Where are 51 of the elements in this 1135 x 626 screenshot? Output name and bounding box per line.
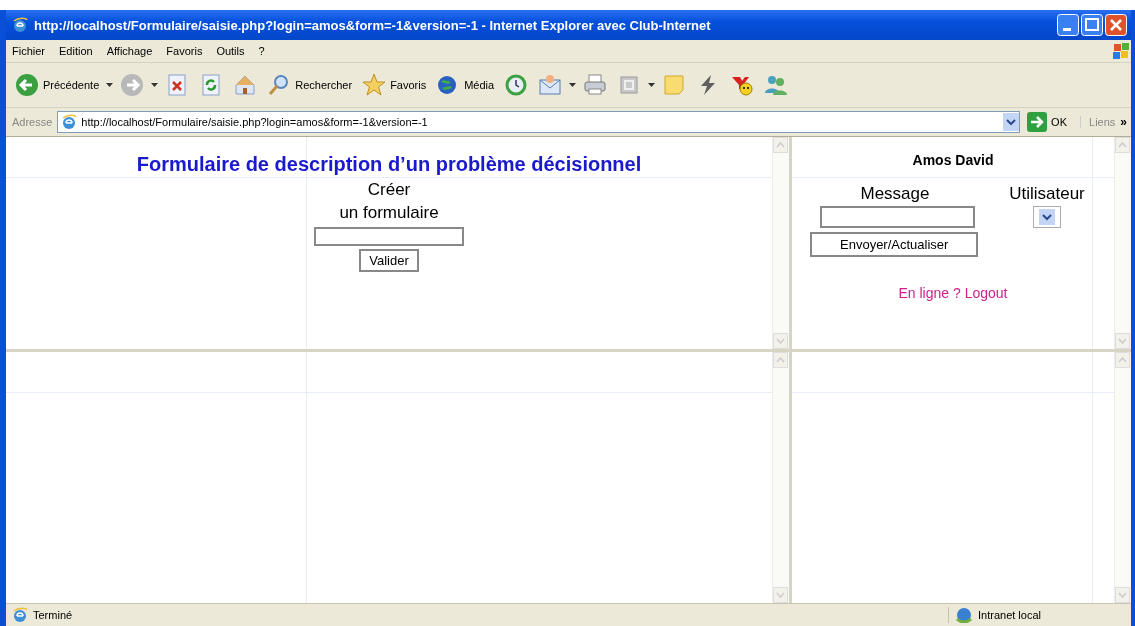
house-icon [233,73,258,97]
windows-logo-icon [1111,41,1131,61]
message-label: Message [859,184,931,204]
address-label: Adresse [12,116,53,128]
form-heading: Formulaire de description d’un problème décisionnel [136,153,642,176]
toolbar-button[interactable]: Média [433,71,498,99]
send-refresh-button[interactable]: Envoyer/Actualiser [810,232,979,257]
go-button[interactable]: OK [1025,112,1075,132]
menu-item[interactable]: Favoris [166,45,203,57]
scrollbar[interactable] [772,352,789,603]
dropdown-caret-icon[interactable] [569,83,577,87]
validate-button[interactable]: Valider [359,249,419,272]
browser-icon [12,17,28,33]
message-field[interactable] [820,206,975,228]
scrollbar[interactable] [772,137,789,349]
user-name: Amos David [912,152,994,168]
star-icon [362,73,387,97]
dropdown-caret-icon[interactable] [151,83,159,87]
window-title: http://localhost/Formulaire/saisie.php?login=amos&form=-1&version=-1 - Internet Explorer avec Club-Internet [34,17,712,33]
people-icon [764,73,789,97]
menu-item[interactable]: Fichier [12,45,45,57]
toolbar-button[interactable]: Favoris [359,71,430,99]
form-name-field[interactable] [314,227,464,246]
more-chevron[interactable]: » [1120,115,1127,129]
scrollbar[interactable] [1114,137,1131,349]
menu-item[interactable]: Edition [59,45,93,57]
clock-icon [504,73,529,97]
dropdown-caret-icon[interactable] [648,83,656,87]
create-form-prompt: Créer un formulaire [339,179,439,224]
minimize-button[interactable] [1057,14,1079,36]
zone-label: Intranet local [978,609,1041,621]
status-text: Terminé [33,609,73,621]
toolbar-button[interactable]: Précédente [12,71,103,99]
menu-item[interactable]: ? [258,45,265,57]
user-select[interactable] [1033,206,1061,228]
menu-item[interactable]: Affichage [106,45,153,57]
user-label: Utilisateur [1008,184,1086,204]
scrollbar[interactable] [1114,352,1131,603]
maximize-button[interactable] [1081,14,1103,36]
close-button[interactable] [1105,14,1127,36]
note-icon [662,73,687,97]
envelope-icon [538,73,563,97]
menu-item[interactable]: Outils [216,45,245,57]
printer-icon [583,73,608,97]
dropdown-caret-icon[interactable] [106,83,114,87]
page-icon [12,607,28,623]
address-field[interactable]: http://localhost/Formulaire/saisie.php?login=amos&form=-1&version=-1 [57,111,1021,133]
globe-icon [955,607,973,623]
online-logout-link[interactable]: En ligne ? Logout [898,285,1008,301]
page-icon [61,114,78,130]
toolbar-button[interactable]: Rechercher [264,71,356,99]
